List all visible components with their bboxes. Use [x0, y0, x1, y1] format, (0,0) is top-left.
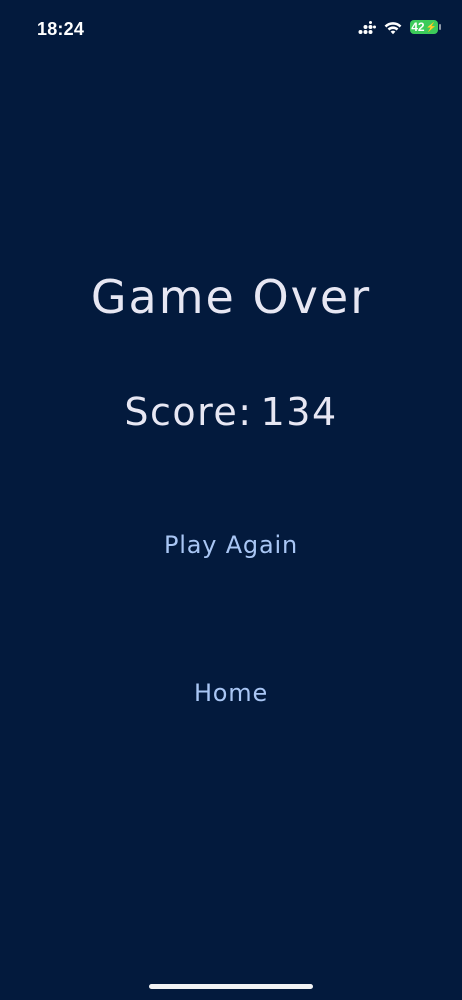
status-icons: 42 ⚡	[358, 20, 441, 35]
status-bar: 18:24 42 ⚡	[0, 0, 462, 60]
wifi-icon	[384, 20, 402, 35]
score-label: Score:	[124, 390, 253, 434]
play-again-button[interactable]: Play Again	[0, 528, 462, 562]
score-value: 134	[260, 390, 338, 434]
score-display: Score: 134	[0, 390, 462, 434]
cellular-signal-icon	[358, 20, 376, 34]
game-over-title: Game Over	[90, 270, 372, 324]
battery-charging-icon: 42 ⚡	[410, 20, 441, 34]
status-time: 18:24	[37, 19, 85, 39]
home-indicator[interactable]	[149, 984, 313, 989]
charging-bolt-icon: ⚡	[425, 21, 437, 32]
home-button[interactable]: Home	[0, 676, 462, 710]
battery-level: 42	[411, 20, 425, 34]
game-over-screen: 18:24 42 ⚡ Game Over Score: 134 Play Aga…	[0, 0, 462, 1000]
